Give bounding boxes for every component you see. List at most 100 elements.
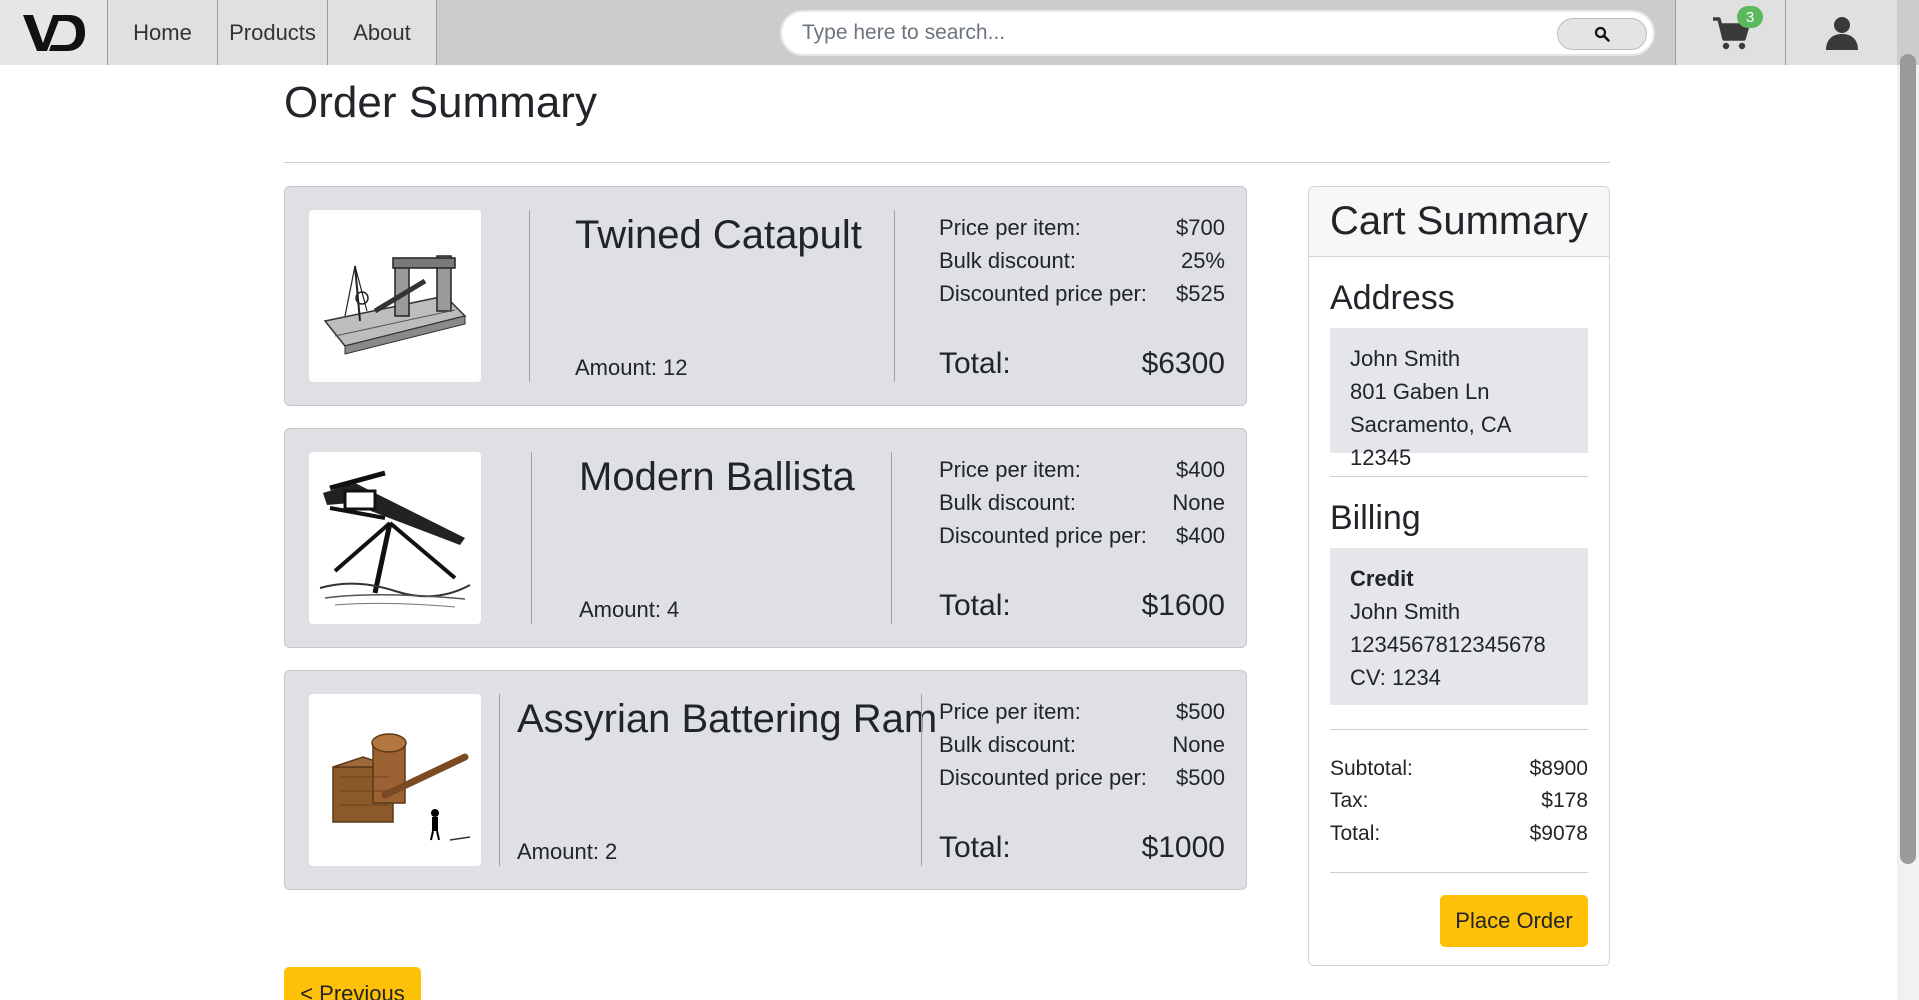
cart-summary-header: Cart Summary (1309, 187, 1609, 257)
item-amount: Amount: 4 (579, 597, 680, 622)
twined-catapult-image (309, 210, 481, 382)
price-per-item-label: Price per item: (939, 215, 1081, 240)
search-icon (1594, 26, 1610, 42)
discounted-price-row: Discounted price per: $500 (939, 761, 1225, 794)
page-title: Order Summary (284, 78, 597, 127)
price-per-item-value: $700 (1176, 215, 1225, 240)
bulk-discount-value: 25% (1180, 248, 1225, 273)
item-price-table: Price per item: $400 Bulk discount: None… (939, 453, 1225, 552)
grand-total-row: Total: $9078 (1330, 822, 1588, 846)
grand-total-label: Total: (1330, 822, 1381, 845)
summary-divider (1330, 476, 1588, 477)
search-button[interactable] (1557, 18, 1647, 50)
address-line-city: Sacramento, CA 12345 (1350, 412, 1511, 470)
tax-row: Tax: $178 (1330, 789, 1588, 813)
nav-about-link[interactable]: About (328, 0, 437, 65)
price-per-item-label: Price per item: (939, 457, 1081, 482)
grand-total-value: $9078 (1529, 822, 1588, 845)
summary-divider (1330, 729, 1588, 730)
bulk-discount-row: Bulk discount: None (939, 728, 1225, 761)
discounted-price-label: Discounted price per: (939, 281, 1147, 306)
item-total-label: Total: (939, 589, 1011, 622)
item-total-value: $6300 (1141, 347, 1225, 380)
item-divider (921, 694, 922, 866)
cart-summary-card: Cart Summary Address John Smith 801 Gabe… (1308, 186, 1610, 966)
item-divider (531, 452, 532, 624)
previous-button[interactable]: < Previous (284, 967, 421, 1000)
item-total-row: Total: $6300 (939, 347, 1225, 381)
discounted-price-label: Discounted price per: (939, 765, 1147, 790)
item-divider (891, 452, 892, 624)
title-divider (284, 162, 1610, 163)
item-name: Modern Ballista (579, 455, 855, 499)
assyrian-battering-ram-image (309, 694, 481, 866)
item-total-value: $1600 (1141, 589, 1225, 622)
address-line-name: John Smith (1350, 346, 1461, 371)
item-name: Twined Catapult (575, 213, 862, 257)
top-navbar: Home Products About 3 (0, 0, 1919, 65)
place-order-button[interactable]: Place Order (1440, 895, 1588, 947)
price-per-item-row: Price per item: $400 (939, 453, 1225, 486)
discounted-price-value: $500 (1176, 765, 1225, 790)
address-box: John Smith 801 Gaben Ln Sacramento, CA 1… (1330, 328, 1588, 470)
item-total-row: Total: $1000 (939, 831, 1225, 865)
billing-type: Credit (1350, 566, 1414, 591)
item-divider (499, 694, 500, 866)
discounted-price-label: Discounted price per: (939, 523, 1147, 548)
subtotal-value: $8900 (1529, 757, 1588, 780)
subtotal-label: Subtotal: (1330, 757, 1413, 780)
scrollbar-thumb[interactable] (1900, 54, 1916, 864)
price-per-item-value: $500 (1176, 699, 1225, 724)
item-total-row: Total: $1600 (939, 589, 1225, 623)
bulk-discount-row: Bulk discount: 25% (939, 244, 1225, 277)
billing-heading: Billing (1330, 499, 1421, 537)
billing-line-name: John Smith (1350, 599, 1461, 624)
site-logo[interactable] (0, 0, 108, 65)
nav-products-link[interactable]: Products (218, 0, 328, 65)
address-line-street: 801 Gaben Ln (1350, 379, 1490, 404)
tax-value: $178 (1541, 789, 1588, 812)
price-per-item-value: $400 (1176, 457, 1225, 482)
item-total-label: Total: (939, 347, 1011, 380)
search-input[interactable] (802, 15, 1542, 51)
bulk-discount-value: None (1172, 732, 1225, 757)
item-price-table: Price per item: $500 Bulk discount: None… (939, 695, 1225, 794)
ballista-illustration (319, 470, 471, 608)
billing-box: Credit John Smith 1234567812345678 CV: 1… (1330, 548, 1588, 705)
item-total-label: Total: (939, 831, 1011, 864)
billing-line-card-number: 1234567812345678 (1350, 632, 1546, 657)
order-item-card: Modern Ballista Amount: 4 Price per item… (284, 428, 1247, 648)
discounted-price-value: $400 (1176, 523, 1225, 548)
subtotal-row: Subtotal: $8900 (1330, 757, 1588, 781)
bulk-discount-label: Bulk discount: (939, 732, 1076, 757)
order-item-card: Assyrian Battering Ram Amount: 2 Price p… (284, 670, 1247, 890)
catapult-illustration (323, 255, 467, 355)
item-divider (894, 210, 895, 382)
discounted-price-value: $525 (1176, 281, 1225, 306)
modern-ballista-image (309, 452, 481, 624)
price-per-item-label: Price per item: (939, 699, 1081, 724)
cart-summary-title: Cart Summary (1330, 199, 1588, 243)
vd-logo-icon (22, 14, 85, 51)
user-icon (1825, 16, 1858, 50)
price-per-item-row: Price per item: $500 (939, 695, 1225, 728)
item-total-value: $1000 (1141, 831, 1225, 864)
discounted-price-row: Discounted price per: $400 (939, 519, 1225, 552)
user-account-button[interactable] (1786, 0, 1897, 65)
cart-button[interactable]: 3 (1675, 0, 1786, 65)
price-per-item-row: Price per item: $700 (939, 211, 1225, 244)
nav-home-link[interactable]: Home (108, 0, 218, 65)
billing-line-cv: CV: 1234 (1350, 665, 1441, 690)
bulk-discount-label: Bulk discount: (939, 248, 1076, 273)
bulk-discount-value: None (1172, 490, 1225, 515)
bulk-discount-row: Bulk discount: None (939, 486, 1225, 519)
cart-count-badge: 3 (1737, 6, 1763, 28)
item-amount: Amount: 12 (575, 355, 688, 380)
order-item-card: Twined Catapult Amount: 12 Price per ite… (284, 186, 1247, 406)
discounted-price-row: Discounted price per: $525 (939, 277, 1225, 310)
item-price-table: Price per item: $700 Bulk discount: 25% … (939, 211, 1225, 310)
search-bar (780, 10, 1655, 56)
summary-divider (1330, 872, 1588, 873)
bulk-discount-label: Bulk discount: (939, 490, 1076, 515)
item-amount: Amount: 2 (517, 839, 618, 864)
